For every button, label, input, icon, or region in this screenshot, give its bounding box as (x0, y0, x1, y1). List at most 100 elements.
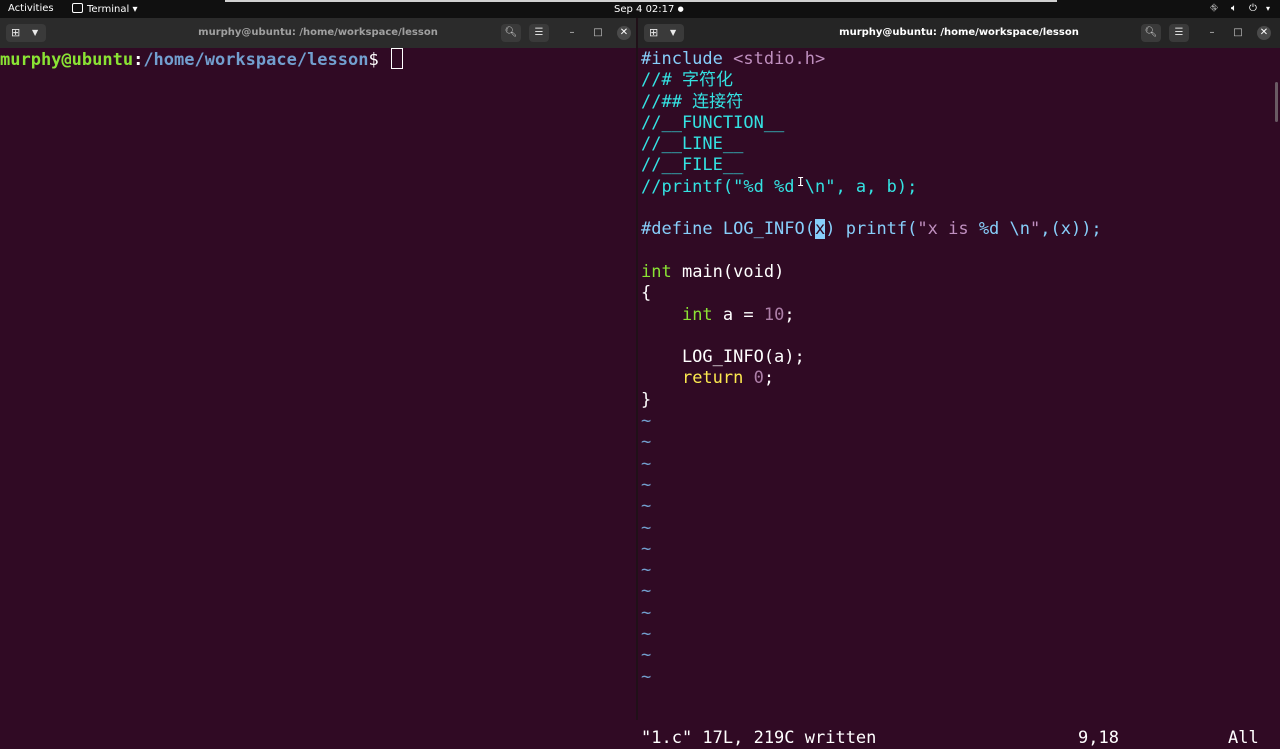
prompt-path: /home/workspace/lesson (143, 50, 369, 70)
code-line: #include <stdio.h> (641, 49, 1102, 70)
right-terminal-headerbar: ⊞ ▼ murphy@ubuntu: /home/workspace/lesso… (638, 18, 1280, 48)
notification-dot-icon: ● (677, 5, 684, 13)
code-line: ~ (641, 645, 1102, 666)
terminal-cursor (390, 48, 403, 69)
right-menu-button[interactable]: ☰ (1169, 24, 1189, 42)
vim-buffer: #include <stdio.h>//# 字符化//## 连接符//__FUN… (641, 49, 1102, 688)
minimize-icon: – (569, 27, 575, 38)
volume-icon[interactable]: 🔈︎ (1228, 2, 1240, 15)
power-icon[interactable]: ⏻ (1247, 2, 1259, 15)
left-terminal-window: ⊞ ▼ murphy@ubuntu: /home/workspace/lesso… (0, 18, 636, 720)
app-menu-caret-icon: ▾ (132, 4, 138, 15)
left-close-button[interactable]: ✕ (617, 26, 631, 40)
vim-cursor-position: 9,18 (1078, 728, 1119, 748)
app-menu-label: Terminal (87, 4, 130, 15)
code-line: ~ (641, 539, 1102, 560)
mouse-ibeam-icon: I (797, 175, 805, 189)
code-line: int a = 10; (641, 305, 1102, 326)
code-line: //__LINE__ (641, 134, 1102, 155)
top-bar-highlight (225, 0, 1057, 2)
code-line: ~ (641, 411, 1102, 432)
close-icon: ✕ (619, 27, 629, 38)
system-menu-caret-icon[interactable]: ▾ (1262, 2, 1274, 15)
code-line: //__FILE__ (641, 155, 1102, 176)
code-token: //__FUNCTION__ (641, 112, 785, 133)
code-token: int (681, 304, 713, 325)
vim-editor[interactable]: #include <stdio.h>//# 字符化//## 连接符//__FUN… (638, 48, 1280, 748)
code-line: //# 字符化 (641, 70, 1102, 91)
network-icon[interactable]: ⛗ (1208, 2, 1220, 15)
terminal-app-menu[interactable]: Terminal ▾ (72, 3, 137, 16)
prompt-colon: : (133, 50, 144, 70)
code-line: //## 连接符 (641, 92, 1102, 113)
code-token: 10 (763, 304, 785, 325)
code-token: " (1030, 219, 1041, 240)
code-token: int (641, 261, 672, 282)
activities-button[interactable]: Activities (8, 3, 54, 15)
code-line: LOG_INFO(a); (641, 347, 1102, 368)
code-token: //__LINE__ (641, 134, 744, 155)
clock[interactable]: Sep 4 02:17 ● (614, 3, 684, 16)
code-token: ~ (641, 517, 652, 538)
code-line: #define LOG_INFO(x) printf("x is %d \n",… (641, 219, 1102, 240)
code-token: //printf("%d %d \n", a, b); (641, 176, 918, 197)
right-maximize-button[interactable]: □ (1231, 26, 1245, 40)
close-icon: ✕ (1259, 27, 1269, 38)
code-line: } (641, 390, 1102, 411)
code-token: ~ (641, 496, 652, 517)
terminal-scrollbar[interactable] (1275, 82, 1278, 122)
code-token: ~ (641, 453, 652, 474)
code-token: ~ (641, 411, 652, 432)
code-line: int main(void) (641, 262, 1102, 283)
code-line: ~ (641, 667, 1102, 688)
left-terminal-content[interactable]: murphy@ubuntu:/home/workspace/lesson$ (0, 48, 636, 720)
code-token: ~ (641, 560, 652, 581)
right-minimize-button[interactable]: – (1205, 26, 1219, 40)
code-token: <stdio.h> (733, 49, 826, 69)
left-menu-button[interactable]: ☰ (529, 24, 549, 42)
code-token: } (641, 389, 652, 410)
code-token: #include (641, 49, 734, 69)
code-token: ; (784, 304, 795, 325)
code-token: ~ (641, 474, 652, 495)
code-line: { (641, 283, 1102, 304)
left-search-button[interactable]: 🔍︎ (501, 24, 521, 42)
code-line: ~ (641, 603, 1102, 624)
code-line: ~ (641, 475, 1102, 496)
right-search-button[interactable]: 🔍︎ (1141, 24, 1161, 42)
code-token: ~ (641, 432, 652, 453)
code-token: { (641, 283, 652, 304)
prompt-user: murphy@ubuntu (0, 50, 134, 70)
code-token: ; (763, 368, 775, 389)
terminal-app-icon (72, 3, 83, 13)
maximize-icon: □ (1233, 27, 1243, 38)
vim-status-line: "1.c" 17L, 219C written 9,18 All (641, 728, 1272, 749)
code-line: ~ (641, 624, 1102, 645)
code-token: main(void) (671, 261, 785, 282)
left-minimize-button[interactable]: – (565, 26, 579, 40)
right-terminal-window: ⊞ ▼ murphy@ubuntu: /home/workspace/lesso… (638, 18, 1280, 748)
hamburger-menu-icon: ☰ (534, 27, 544, 38)
code-line: ~ (641, 581, 1102, 602)
code-token: ~ (641, 624, 652, 645)
maximize-icon: □ (593, 27, 603, 38)
hamburger-menu-icon: ☰ (1174, 27, 1184, 38)
code-token: a = (712, 304, 764, 325)
search-icon: 🔍︎ (504, 27, 518, 38)
code-token: LOG_INFO(a); (641, 347, 805, 368)
code-line: ~ (641, 518, 1102, 539)
left-maximize-button[interactable]: □ (591, 26, 605, 40)
right-close-button[interactable]: ✕ (1257, 26, 1271, 40)
code-token: ~ (641, 645, 652, 666)
code-line: //__FUNCTION__ (641, 113, 1102, 134)
vim-scroll-percent: All (1228, 728, 1259, 748)
vim-cursor: x (815, 219, 826, 240)
code-token: ~ (641, 581, 652, 602)
code-token: %d \n (978, 219, 1030, 240)
code-line: ~ (641, 560, 1102, 581)
code-token: ~ (641, 538, 652, 559)
code-line: //printf("%d %d \n", a, b); (641, 177, 1102, 198)
